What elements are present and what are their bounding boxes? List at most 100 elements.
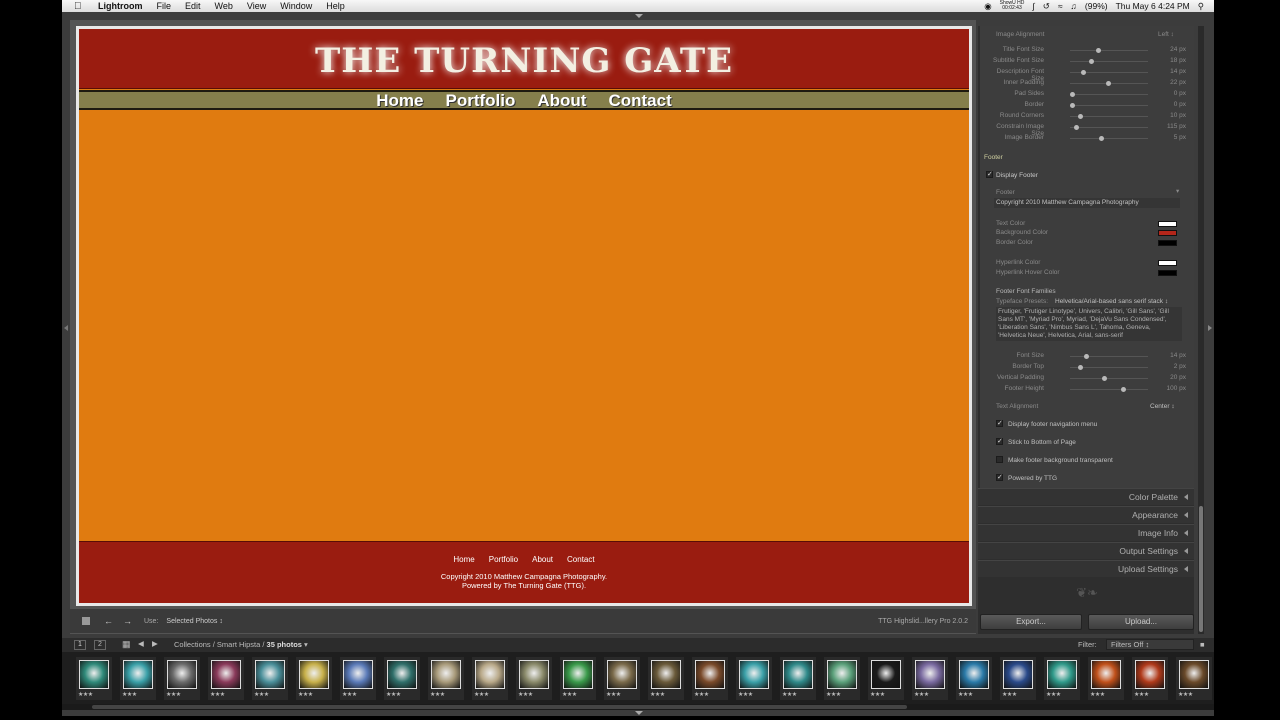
- slider-track[interactable]: [1070, 389, 1148, 390]
- slider-track[interactable]: [1070, 378, 1148, 379]
- expand-triangle-icon[interactable]: [1184, 494, 1188, 500]
- panel-section-header[interactable]: Color Palette: [978, 488, 1194, 505]
- expand-triangle-icon[interactable]: [1184, 530, 1188, 536]
- grid-view-icon[interactable]: ▦: [122, 639, 131, 650]
- screen-recorder-icon[interactable]: ◉: [984, 1, 991, 12]
- thumbnail-image[interactable]: [695, 660, 725, 689]
- stop-icon[interactable]: [82, 617, 90, 625]
- filmstrip-thumbnail[interactable]: ★★★: [1132, 657, 1168, 700]
- slider-knob[interactable]: [1070, 103, 1075, 108]
- filmstrip-thumbnail[interactable]: ★★★: [1176, 657, 1212, 700]
- footer-option-checkbox[interactable]: ✓: [996, 438, 1003, 445]
- slider-value[interactable]: 24 px: [1162, 46, 1186, 53]
- filmstrip-thumbnail[interactable]: ★★★: [472, 657, 508, 700]
- filmstrip-thumbnail[interactable]: ★★★: [868, 657, 904, 700]
- panel-section-header[interactable]: Upload Settings: [978, 560, 1194, 577]
- thumbnail-image[interactable]: [123, 660, 153, 689]
- battery-status[interactable]: (99%): [1085, 1, 1108, 11]
- filmstrip-thumbnail[interactable]: ★★★: [956, 657, 992, 700]
- slider-knob[interactable]: [1121, 387, 1126, 392]
- use-selector[interactable]: Selected Photos ↕: [166, 618, 222, 625]
- scrollbar-thumb[interactable]: [1199, 506, 1203, 632]
- filmstrip-scrollbar[interactable]: [62, 704, 1214, 710]
- filmstrip-thumbnail[interactable]: ★★★: [76, 657, 112, 700]
- footer-nav-contact[interactable]: Contact: [567, 555, 595, 564]
- thumbnail-image[interactable]: [79, 660, 109, 689]
- thumbnail-image[interactable]: [299, 660, 329, 689]
- slider-track[interactable]: [1070, 61, 1148, 62]
- panel-section-header[interactable]: Output Settings: [978, 542, 1194, 559]
- color-swatch[interactable]: [1158, 230, 1177, 236]
- thumbnail-image[interactable]: [1091, 660, 1121, 689]
- next-arrow-icon[interactable]: →: [123, 616, 132, 626]
- color-swatch[interactable]: [1158, 221, 1177, 227]
- powered-by-text[interactable]: Powered by The Turning Gate (TTG).: [79, 581, 969, 590]
- menu-app[interactable]: Lightroom: [98, 1, 143, 11]
- filter-lock-icon[interactable]: ■: [1200, 640, 1205, 649]
- color-swatch[interactable]: [1158, 270, 1177, 276]
- thumbnail-image[interactable]: [871, 660, 901, 689]
- bluetooth-icon[interactable]: ∫: [1032, 1, 1034, 11]
- slider-value[interactable]: 5 px: [1162, 134, 1186, 141]
- thumbnail-image[interactable]: [211, 660, 241, 689]
- slider-track[interactable]: [1070, 356, 1148, 357]
- filmstrip-thumbnail[interactable]: ★★★: [164, 657, 200, 700]
- expand-triangle-icon[interactable]: [1184, 566, 1188, 572]
- footer-field-dropdown-icon[interactable]: ▾: [1176, 187, 1179, 195]
- slider-track[interactable]: [1070, 94, 1148, 95]
- menu-edit[interactable]: Edit: [185, 1, 201, 11]
- slider-knob[interactable]: [1106, 81, 1111, 86]
- filmstrip-thumbnail[interactable]: ★★★: [1088, 657, 1124, 700]
- thumbnail-image[interactable]: [651, 660, 681, 689]
- previous-arrow-icon[interactable]: ←: [104, 616, 113, 626]
- menu-file[interactable]: File: [157, 1, 172, 11]
- slider-knob[interactable]: [1077, 114, 1083, 119]
- filmstrip-scroll-thumb[interactable]: [92, 705, 907, 709]
- slider-knob[interactable]: [1077, 365, 1083, 370]
- filmstrip-thumbnail[interactable]: ★★★: [516, 657, 552, 700]
- slider-knob[interactable]: [1081, 70, 1087, 75]
- filmstrip-back-icon[interactable]: ◀: [138, 639, 144, 648]
- footer-option-checkbox[interactable]: [996, 456, 1003, 463]
- slider-value[interactable]: 20 px: [1162, 374, 1186, 381]
- export-button[interactable]: Export...: [980, 614, 1082, 630]
- slider-value[interactable]: 14 px: [1162, 352, 1186, 359]
- volume-icon[interactable]: ♫: [1071, 1, 1077, 11]
- top-panel-toggle-icon[interactable]: [635, 14, 643, 18]
- thumbnail-image[interactable]: [431, 660, 461, 689]
- right-panel-scrollbar[interactable]: [1198, 26, 1204, 634]
- thumbnail-image[interactable]: [255, 660, 285, 689]
- thumbnail-image[interactable]: [343, 660, 373, 689]
- upload-button[interactable]: Upload...: [1088, 614, 1194, 630]
- text-alignment-select[interactable]: Center ↕: [1150, 403, 1175, 410]
- page-1-button[interactable]: 1: [74, 640, 86, 650]
- slider-knob[interactable]: [1098, 136, 1104, 141]
- slider-knob[interactable]: [1070, 92, 1075, 97]
- expand-triangle-icon[interactable]: [1184, 548, 1188, 554]
- color-swatch[interactable]: [1158, 240, 1177, 246]
- wifi-icon[interactable]: ≈: [1058, 1, 1063, 11]
- slider-track[interactable]: [1070, 105, 1148, 106]
- slider-knob[interactable]: [1073, 125, 1079, 130]
- footer-nav-home[interactable]: Home: [453, 555, 474, 564]
- footer-text-input[interactable]: Copyright 2010 Matthew Campagna Photogra…: [994, 198, 1180, 208]
- site-nav-home[interactable]: Home: [376, 92, 423, 109]
- filmstrip-thumbnail[interactable]: ★★★: [736, 657, 772, 700]
- filmstrip-thumbnail[interactable]: ★★★: [560, 657, 596, 700]
- time-machine-icon[interactable]: ↺: [1043, 1, 1050, 12]
- thumbnail-image[interactable]: [915, 660, 945, 689]
- thumbnail-image[interactable]: [1003, 660, 1033, 689]
- slider-track[interactable]: [1070, 127, 1148, 128]
- thumbnail-image[interactable]: [739, 660, 769, 689]
- thumbnail-image[interactable]: [827, 660, 857, 689]
- filmstrip-thumbnail[interactable]: ★★★: [780, 657, 816, 700]
- slider-value[interactable]: 10 px: [1162, 112, 1186, 119]
- display-footer-checkbox[interactable]: ✓: [986, 171, 993, 178]
- bottom-panel-toggle-icon[interactable]: [635, 711, 643, 715]
- slider-value[interactable]: 100 px: [1162, 385, 1186, 392]
- thumbnail-image[interactable]: [1135, 660, 1165, 689]
- filmstrip-thumbnail[interactable]: ★★★: [208, 657, 244, 700]
- footer-nav-about[interactable]: About: [532, 555, 553, 564]
- filmstrip-thumbnail[interactable]: ★★★: [384, 657, 420, 700]
- filmstrip-thumbnail[interactable]: ★★★: [824, 657, 860, 700]
